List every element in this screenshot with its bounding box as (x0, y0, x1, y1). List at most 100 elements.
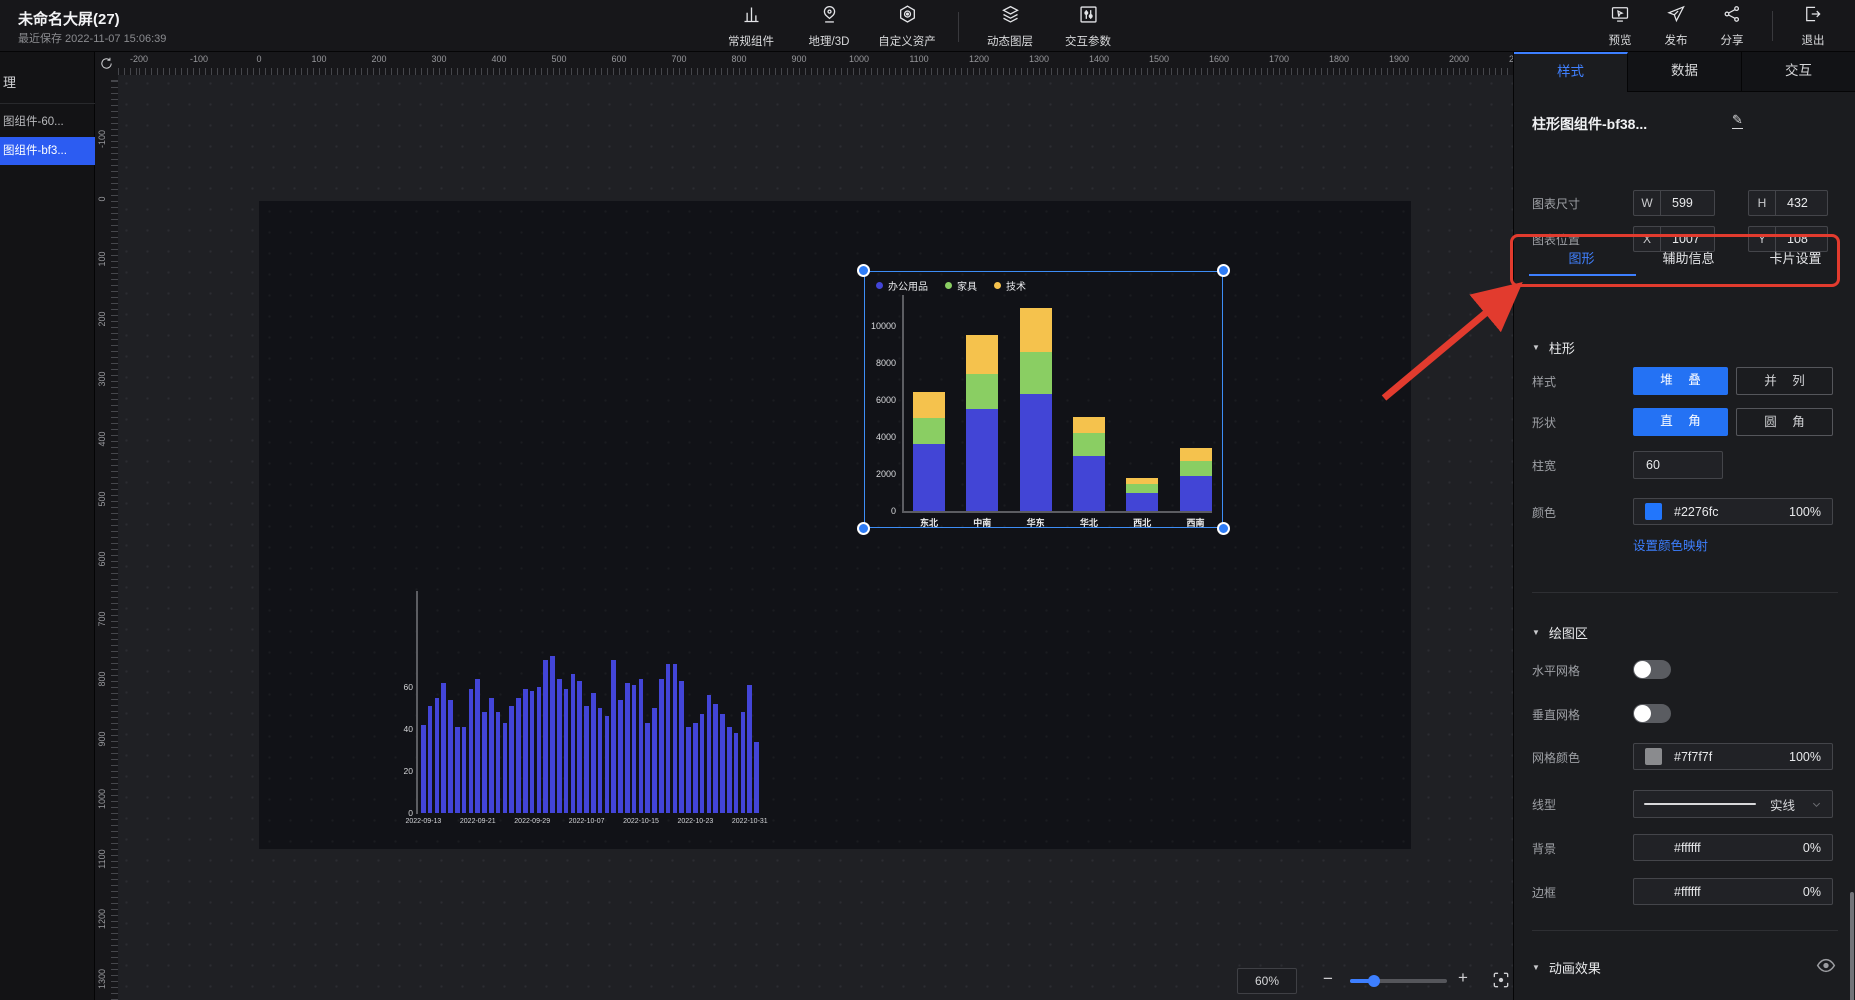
h-grid-toggle[interactable] (1633, 660, 1671, 679)
right-angle-option-button[interactable]: 直 角 (1633, 408, 1728, 436)
component-toolbar: 常规组件 地理/3D 自定义资产 动态图层 (712, 4, 1127, 49)
border-color-input[interactable]: #ffffff 0% (1633, 878, 1833, 905)
ruler-label: 2000 (1449, 54, 1469, 64)
subtab-auxiliary-info[interactable]: 辅助信息 (1635, 248, 1742, 276)
toolbar-item-label: 地理/3D (809, 33, 850, 49)
stacked-bar-chart-widget[interactable]: 0200040006000800010000东北中南华东华北西北西南 办公用品家… (864, 271, 1223, 528)
sidebar-divider (0, 103, 95, 104)
focus-frame-icon (1491, 970, 1511, 990)
preview-button[interactable]: 预览 (1592, 4, 1648, 48)
bar (564, 689, 569, 813)
x-axis-date-label: 2022-10-31 (723, 818, 777, 825)
color-hex-value[interactable]: #ffffff (1645, 885, 1803, 899)
toolbar-item-geo-3d[interactable]: 地理/3D (790, 4, 868, 49)
bar (421, 725, 426, 813)
height-field[interactable]: H 432 (1748, 190, 1828, 216)
ruler-reset-button[interactable] (95, 52, 118, 75)
tab-style[interactable]: 样式 (1514, 52, 1628, 92)
height-field-value[interactable]: 432 (1776, 196, 1827, 210)
tab-interaction[interactable]: 交互 (1742, 52, 1855, 92)
section-divider (1532, 592, 1838, 593)
layer-item[interactable]: 图组件-60... (0, 108, 95, 136)
color-hex-value[interactable]: #7f7f7f (1674, 750, 1789, 764)
selection-outline (864, 271, 1223, 528)
bar-color-input[interactable]: #2276fc 100% (1633, 498, 1833, 525)
exit-button[interactable]: 退出 (1785, 4, 1841, 48)
share-button[interactable]: 分享 (1704, 4, 1760, 48)
x-axis-date-label: 2022-09-21 (451, 818, 505, 825)
side-by-side-option-button[interactable]: 并 列 (1736, 367, 1833, 395)
tab-data[interactable]: 数据 (1628, 52, 1742, 92)
stacked-option-button[interactable]: 堆 叠 (1633, 367, 1728, 395)
color-hex-value[interactable]: #ffffff (1645, 841, 1803, 855)
eye-icon[interactable] (1816, 958, 1836, 973)
toolbar-item-common-components[interactable]: 常规组件 (712, 4, 790, 49)
ruler-label: 100 (311, 54, 326, 64)
color-swatch[interactable] (1645, 503, 1662, 520)
design-canvas[interactable]: -200-10001002003004005006007008009001000… (95, 52, 1513, 1000)
last-saved-timestamp: 最近保存 2022-11-07 15:06:39 (18, 30, 166, 46)
y-axis-line (416, 591, 418, 814)
width-field[interactable]: W 599 (1633, 190, 1715, 216)
y-field-value[interactable]: 108 (1776, 232, 1827, 246)
ruler-label: 0 (97, 184, 107, 214)
toolbar-item-dynamic-layers[interactable]: 动态图层 (971, 4, 1049, 49)
toggle-knob (1634, 705, 1651, 722)
zoom-out-button[interactable]: − (1323, 969, 1333, 989)
bar (700, 714, 705, 813)
panel-scrollbar[interactable] (1850, 892, 1854, 1000)
resize-handle-nw[interactable] (857, 264, 870, 277)
ruler-label: -100 (97, 124, 107, 154)
zoom-slider[interactable] (1350, 979, 1447, 983)
rounded-option-button[interactable]: 圆 角 (1736, 408, 1833, 436)
section-plot-area[interactable]: ▼ 绘图区 (1532, 623, 1588, 642)
zoom-slider-knob[interactable] (1368, 975, 1380, 987)
color-opacity-value[interactable]: 0% (1803, 841, 1821, 855)
section-animation[interactable]: ▼ 动画效果 (1532, 958, 1601, 977)
bar-chart-icon (741, 4, 762, 30)
bg-color-input[interactable]: #ffffff 0% (1633, 834, 1833, 861)
line-type-label: 线型 (1532, 796, 1556, 813)
bar-width-input[interactable]: 60 (1633, 451, 1723, 479)
color-mapping-link[interactable]: 设置颜色映射 (1633, 535, 1708, 554)
color-hex-value[interactable]: #2276fc (1674, 505, 1789, 519)
ruler-label: 1200 (969, 54, 989, 64)
bar (632, 685, 637, 813)
fit-to-screen-button[interactable] (1491, 970, 1511, 990)
resize-handle-ne[interactable] (1217, 264, 1230, 277)
v-grid-toggle[interactable] (1633, 704, 1671, 723)
screen-title: 未命名大屏(27) (18, 8, 120, 29)
ruler-label: 1300 (97, 964, 107, 994)
toolbar-item-interaction-params[interactable]: 交互参数 (1049, 4, 1127, 49)
pencil-icon[interactable]: ✎ (1732, 112, 1743, 129)
bar (489, 698, 494, 814)
zoom-in-button[interactable]: + (1458, 968, 1468, 988)
color-opacity-value[interactable]: 0% (1803, 885, 1821, 899)
daily-bars-chart-widget[interactable]: 02040602022-09-132022-09-212022-09-29202… (405, 583, 770, 830)
toolbar-item-custom-assets[interactable]: 自定义资产 (868, 4, 946, 49)
grid-color-input[interactable]: #7f7f7f 100% (1633, 743, 1833, 770)
subtab-card-settings[interactable]: 卡片设置 (1742, 248, 1849, 276)
resize-handle-se[interactable] (1217, 522, 1230, 535)
height-field-key: H (1749, 191, 1776, 215)
color-opacity-value[interactable]: 100% (1789, 750, 1821, 764)
action-label: 预览 (1609, 32, 1632, 48)
width-field-value[interactable]: 599 (1661, 196, 1714, 210)
bar (523, 689, 528, 813)
bar-color-label: 颜色 (1532, 504, 1556, 521)
x-field-value[interactable]: 1007 (1661, 232, 1714, 246)
bar (720, 714, 725, 813)
resize-handle-sw[interactable] (857, 522, 870, 535)
color-opacity-value[interactable]: 100% (1789, 505, 1821, 519)
ruler-label: 700 (671, 54, 686, 64)
bar (605, 716, 610, 813)
color-swatch[interactable] (1645, 748, 1662, 765)
publish-button[interactable]: 发布 (1648, 4, 1704, 48)
line-type-dropdown[interactable]: 实线 (1633, 790, 1833, 818)
layer-item[interactable]: 图组件-bf3... (0, 137, 95, 165)
canvas-zoom-input[interactable]: 60% (1237, 968, 1297, 994)
section-bar[interactable]: ▼ 柱形 (1532, 338, 1575, 357)
h-grid-label: 水平网格 (1532, 662, 1580, 679)
x-axis-date-label: 2022-09-29 (505, 818, 559, 825)
subtab-graphic[interactable]: 图形 (1528, 248, 1635, 276)
